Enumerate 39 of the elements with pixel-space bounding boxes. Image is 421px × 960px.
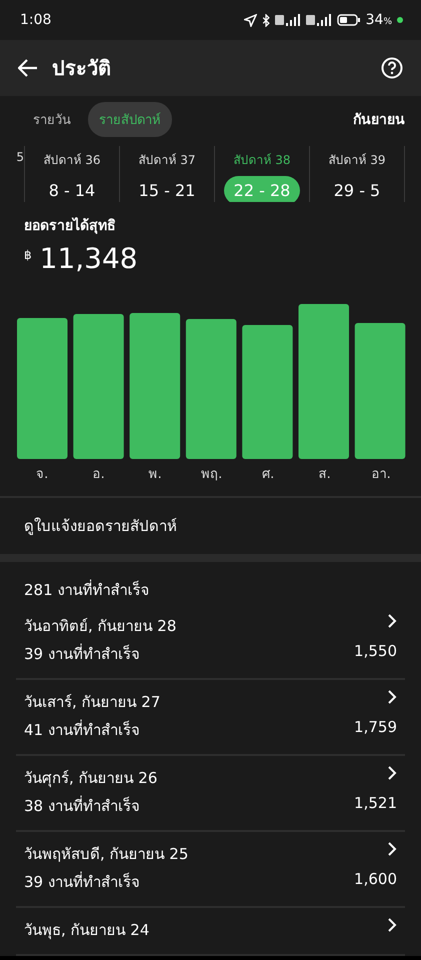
day-row[interactable]: วันเสาร์, กันยายน 27 41 งานที่ทำสำเร็จ 1,759 [16,680,405,756]
currency-symbol: ฿ [24,248,32,262]
day-label: อา. [370,466,392,484]
signal-icon [274,14,301,26]
completed-jobs-heading: 281 งานที่ทำสำเร็จ [24,581,150,599]
signal-icon [306,14,332,26]
day-row[interactable]: วันศุกร์, กันยายน 26 38 งานที่ทำสำเร็จ 1,521 [16,756,405,832]
period-tab[interactable]: รายสัปดาห์ [88,102,172,136]
status-time: 1:08 [20,12,52,28]
chevron-icon [387,842,397,856]
day-row[interactable]: วันอาทิตย์, กันยายน 28 39 งานที่ทำสำเร็จ 1,550 [16,604,405,680]
earnings-label: ยอดรายได้สุทธิ [24,216,117,236]
battery-icon [336,14,361,26]
week-tab[interactable]: สัปดาห์ 36 8 - 14 [25,146,120,202]
chevron-icon [387,690,397,704]
week-tab[interactable]: สัปดาห์ 38 22 - 28 [215,146,310,202]
page-title: ประวัติ [52,55,111,82]
period-tab[interactable]: รายวัน [22,102,82,136]
help-button[interactable] [381,57,403,79]
dot-icon [397,17,403,23]
day-label: ส. [318,466,332,484]
day-label: ศ. [261,466,276,484]
day-label: พฤ. [200,466,224,484]
week-tab[interactable]: สัปดาห์ 37 15 - 21 [120,146,215,202]
day-label: จ. [35,466,50,484]
earnings-amount: 11,348 [40,242,138,275]
day-label: อ. [92,466,106,484]
week-tab[interactable]: 5 [0,146,25,202]
bluetooth-icon [262,14,270,26]
month-label: กันยายน [353,111,405,130]
chevron-icon [387,918,397,932]
chevron-icon [387,614,397,628]
location-icon [244,14,257,26]
chevron-icon [387,766,397,780]
week-tab[interactable]: สัปดาห์ 39 29 - 5 [310,146,405,202]
back-button[interactable] [18,59,38,77]
day-label: พ. [148,466,163,484]
battery-level: 34% [366,12,392,28]
day-row[interactable]: วันพฤหัสบดี, กันยายน 25 39 งานที่ทำสำเร็จ 1,600 [16,832,405,908]
